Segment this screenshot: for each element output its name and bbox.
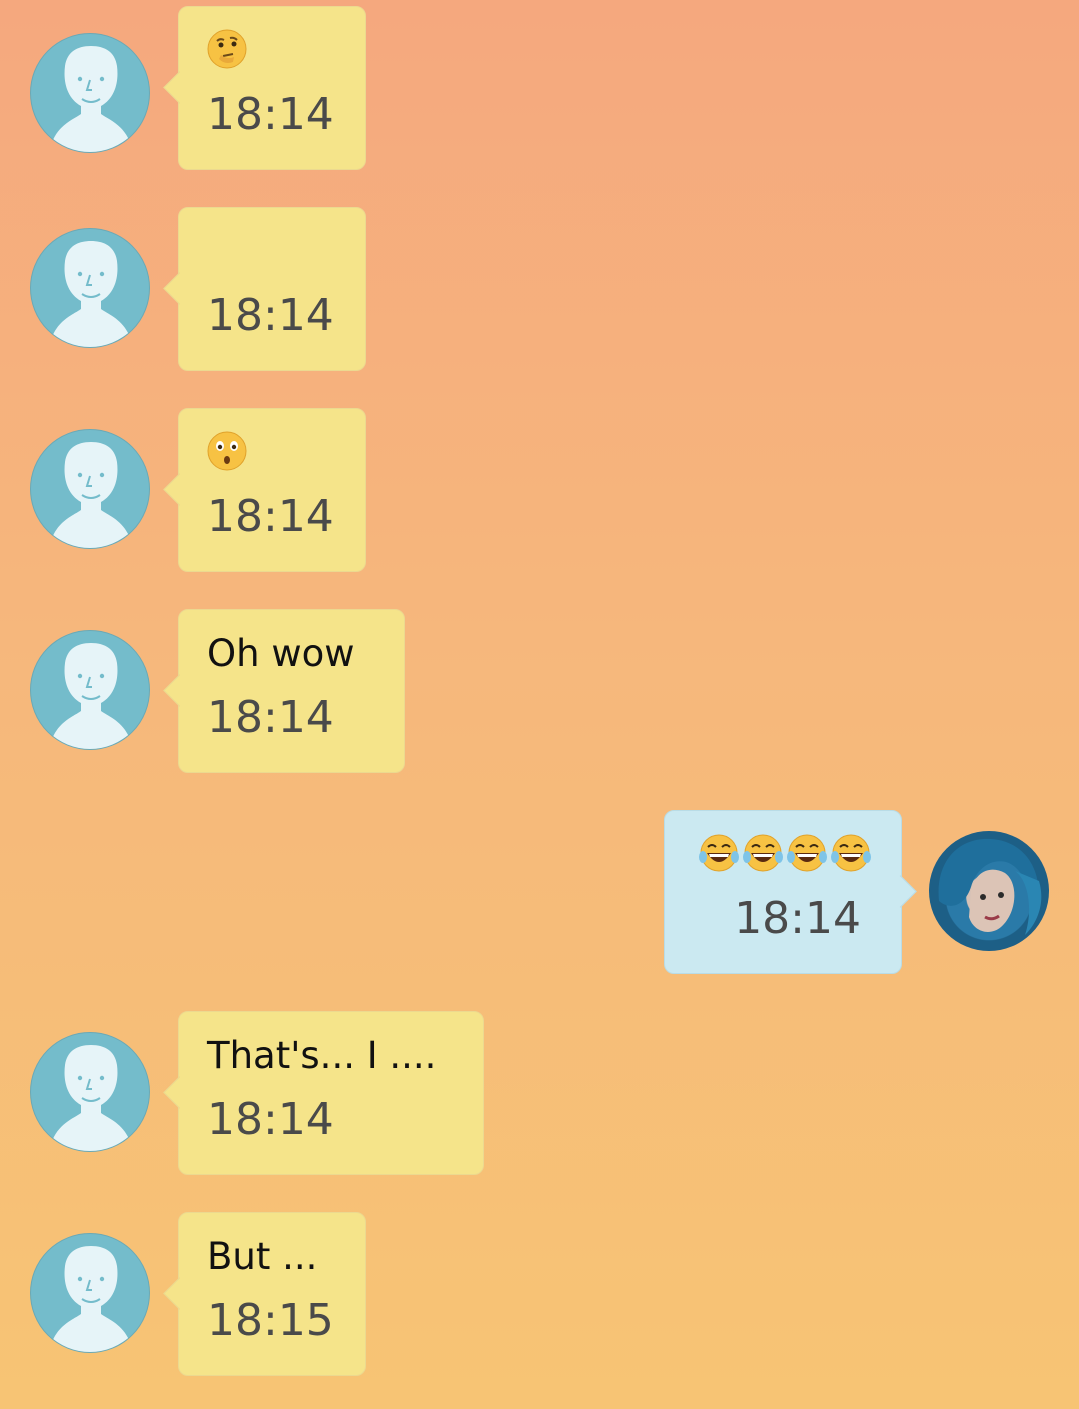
message-timestamp: 18:14 — [207, 1094, 334, 1145]
person-placeholder-icon — [49, 442, 133, 548]
tears-of-joy-face-icon — [743, 834, 783, 872]
message-text — [207, 230, 337, 274]
own-avatar[interactable] — [929, 831, 1049, 951]
bubble-tail — [163, 71, 196, 104]
bubble-tail — [884, 875, 917, 908]
outgoing-message-bubble[interactable]: 18:14 — [664, 810, 917, 974]
message-timestamp: 18:14 — [207, 290, 334, 341]
tears-of-joy-face-icon — [699, 834, 739, 872]
message-timestamp: 18:14 — [207, 89, 334, 140]
message-timestamp: 18:14 — [207, 491, 334, 542]
tears-of-joy-face-icon — [787, 834, 827, 872]
bubble-tail — [163, 1277, 196, 1310]
message-text: That's... I .... — [207, 1034, 437, 1077]
contact-avatar[interactable] — [30, 33, 150, 153]
person-placeholder-icon — [49, 1246, 133, 1352]
incoming-message-bubble[interactable]: 18:14 — [163, 6, 366, 170]
message-text: Oh wow — [207, 632, 355, 675]
bubble-tail — [163, 1076, 196, 1109]
message-emoji-row — [207, 29, 337, 73]
message-text: But ... — [207, 1235, 318, 1278]
hushed-face-icon — [207, 431, 247, 471]
incoming-message-bubble[interactable]: 18:14 — [163, 408, 366, 572]
tears-of-joy-face-icon — [831, 834, 871, 872]
bubble-tail — [163, 473, 196, 506]
contact-avatar[interactable] — [30, 228, 150, 348]
bubble-tail — [163, 272, 196, 305]
message-timestamp: 18:14 — [734, 893, 861, 944]
contact-avatar[interactable] — [30, 429, 150, 549]
contact-avatar[interactable] — [30, 1032, 150, 1152]
bubble-tail — [163, 674, 196, 707]
person-placeholder-icon — [49, 241, 133, 347]
message-timestamp: 18:15 — [207, 1295, 334, 1346]
message-timestamp: 18:14 — [207, 692, 334, 743]
person-placeholder-icon — [49, 46, 133, 152]
incoming-message-bubble[interactable]: That's... I .... 18:14 — [163, 1011, 484, 1175]
contact-avatar[interactable] — [30, 1233, 150, 1353]
person-placeholder-icon — [49, 643, 133, 749]
profile-photo-icon — [938, 838, 1042, 935]
message-emoji-row — [693, 833, 873, 877]
incoming-message-bubble[interactable]: Oh wow 18:14 — [163, 609, 405, 773]
thinking-face-icon — [207, 29, 247, 69]
incoming-message-bubble[interactable]: But ... 18:15 — [163, 1212, 366, 1376]
incoming-message-bubble[interactable]: 18:14 — [163, 207, 366, 371]
contact-avatar[interactable] — [30, 630, 150, 750]
message-emoji-row — [207, 431, 337, 475]
person-placeholder-icon — [49, 1045, 133, 1151]
